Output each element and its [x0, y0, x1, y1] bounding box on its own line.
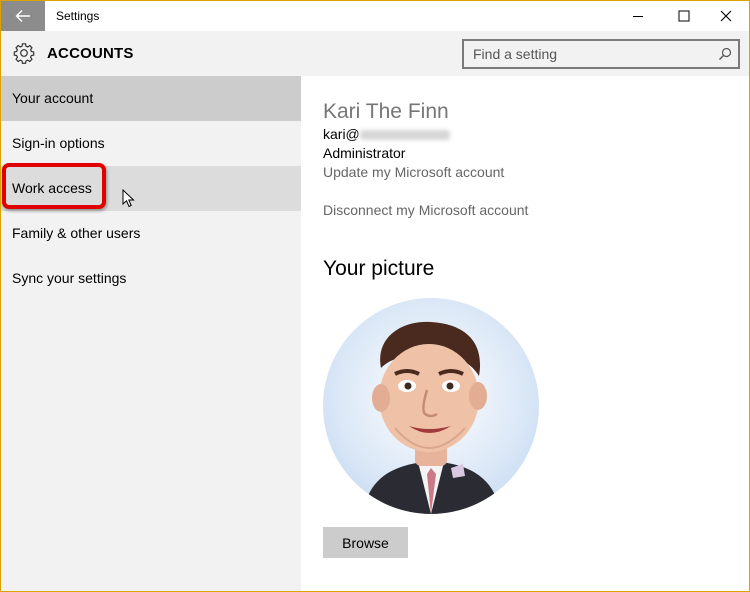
close-button[interactable]: [703, 1, 749, 31]
account-content: Kari The Finn kari@ Administrator Update…: [301, 76, 749, 591]
maximize-icon: [678, 10, 690, 22]
disconnect-account-link[interactable]: Disconnect my Microsoft account: [323, 202, 528, 218]
minimize-button[interactable]: [615, 1, 661, 31]
sidebar-item-sync-settings[interactable]: Sync your settings: [1, 256, 301, 301]
search-box[interactable]: [462, 39, 740, 69]
user-display-name: Kari The Finn: [323, 100, 449, 123]
sidebar-item-your-account[interactable]: Your account: [1, 76, 301, 121]
search-icon[interactable]: [718, 47, 732, 61]
back-arrow-icon: [15, 10, 30, 22]
sidebar-item-sign-in-options[interactable]: Sign-in options: [1, 121, 301, 166]
maximize-button[interactable]: [661, 1, 707, 31]
user-email: kari@: [323, 126, 450, 142]
user-email-prefix: kari@: [323, 126, 360, 142]
section-title: ACCOUNTS: [47, 45, 134, 62]
picture-heading: Your picture: [323, 257, 435, 280]
gear-icon: [13, 43, 35, 64]
mouse-cursor-icon: [122, 189, 135, 208]
minimize-icon: [633, 16, 643, 17]
update-account-link[interactable]: Update my Microsoft account: [323, 164, 504, 180]
redacted-email-domain: [359, 130, 450, 141]
sidebar: Your account Sign-in options Work access…: [1, 76, 301, 591]
settings-window: Settings ACCOUNTS Find a setting Your ac…: [0, 0, 750, 592]
search-input[interactable]: [464, 41, 704, 67]
close-icon: [720, 10, 732, 22]
page-header: ACCOUNTS: [1, 31, 749, 76]
browse-button[interactable]: Browse: [323, 527, 408, 558]
user-role: Administrator: [323, 145, 406, 161]
sidebar-item-family-other-users[interactable]: Family & other users: [1, 211, 301, 256]
caricature-portrait-image: [363, 321, 501, 514]
window-title: Settings: [56, 9, 100, 23]
red-highlight-annotation: [2, 163, 106, 209]
title-bar: Settings: [1, 1, 749, 31]
avatar: [323, 298, 539, 514]
back-button[interactable]: [1, 1, 45, 31]
